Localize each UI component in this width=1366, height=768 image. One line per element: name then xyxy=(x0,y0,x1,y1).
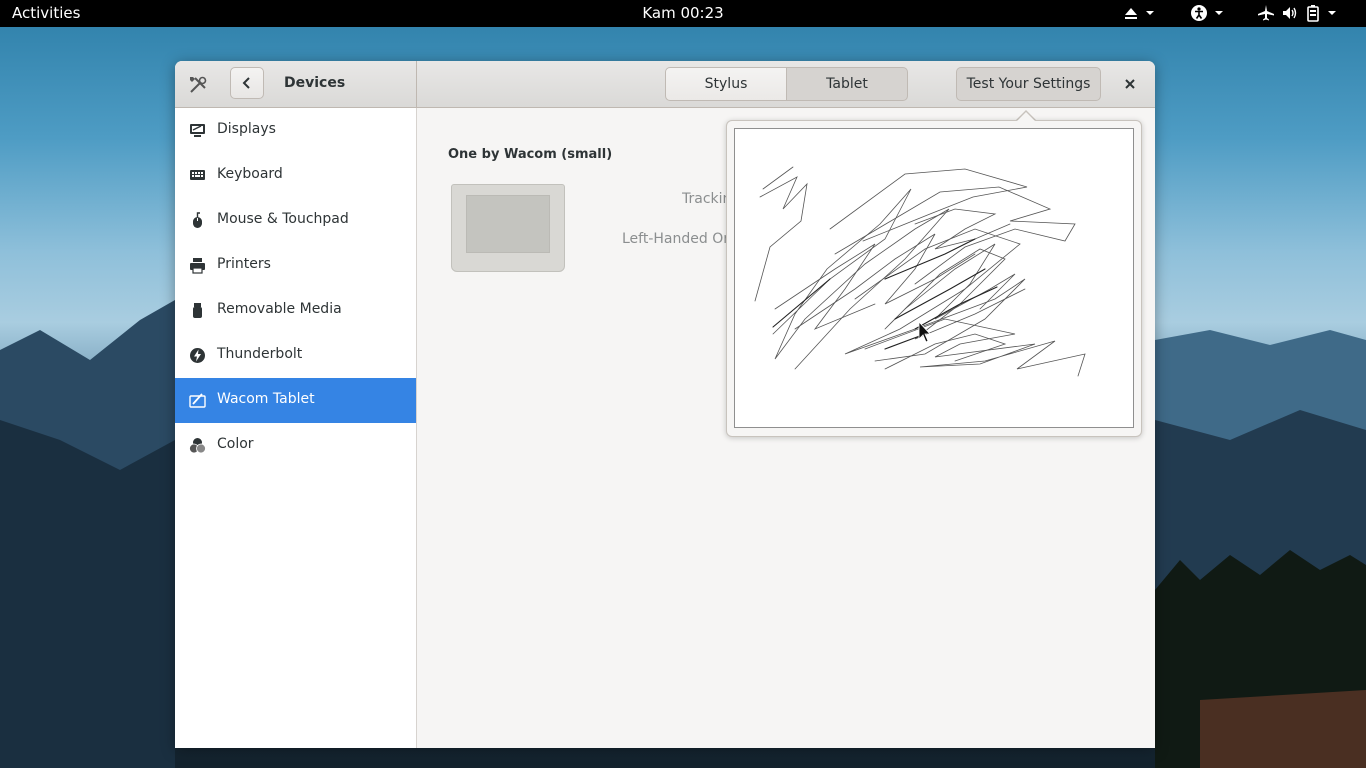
sidebar-item-keyboard[interactable]: Keyboard xyxy=(175,153,416,198)
sidebar-item-displays[interactable]: Displays xyxy=(175,108,416,153)
sidebar-item-label: Mouse & Touchpad xyxy=(217,211,349,227)
volume-icon xyxy=(1283,7,1297,19)
scribble-strokes xyxy=(754,166,1086,377)
sidebar-item-removable-media[interactable]: Removable Media xyxy=(175,288,416,333)
popover-arrow-fill xyxy=(1016,112,1036,122)
clock-wrapper: Kam 00:23 xyxy=(0,4,1366,22)
device-name: One by Wacom (small) xyxy=(448,147,613,162)
sidebar-item-label: Keyboard xyxy=(217,166,283,182)
tablet-active-area xyxy=(466,195,550,253)
wacom-icon xyxy=(189,393,206,408)
accessibility-icon xyxy=(1191,5,1207,21)
sidebar-item-mouse-touchpad[interactable]: Mouse & Touchpad xyxy=(175,198,416,243)
sidebar-item-label: Wacom Tablet xyxy=(217,391,315,407)
usb-icon xyxy=(193,303,202,318)
airplane-icon xyxy=(1258,5,1274,21)
sidebar: Displays Keyboard Mouse & Touchpad Print… xyxy=(175,108,417,748)
sidebar-item-printers[interactable]: Printers xyxy=(175,243,416,288)
sidebar-item-label: Color xyxy=(217,436,254,452)
chevron-down-icon xyxy=(1215,11,1223,15)
thunderbolt-icon xyxy=(190,348,205,363)
chevron-down-icon xyxy=(1146,11,1154,15)
sidebar-item-color[interactable]: Color xyxy=(175,423,416,468)
tablet-image xyxy=(451,184,565,272)
eject-icon xyxy=(1125,8,1137,19)
tracking-mode-label: Tracking Mode xyxy=(682,191,726,207)
clock[interactable]: Kam 00:23 xyxy=(642,4,723,22)
sidebar-item-label: Displays xyxy=(217,121,276,137)
scribble-group xyxy=(754,166,1086,377)
color-icon xyxy=(189,438,206,454)
chevron-down-icon xyxy=(1328,11,1336,15)
activities-button[interactable]: Activities xyxy=(12,4,80,22)
top-bar: Activities Kam 00:23 xyxy=(0,0,1366,27)
sidebar-item-label: Removable Media xyxy=(217,301,342,317)
test-your-settings-button[interactable]: Test Your Settings xyxy=(956,67,1101,101)
desktop: Activities Kam 00:23 Devices Stylus Tabl… xyxy=(0,0,1366,768)
tab-stylus[interactable]: Stylus xyxy=(665,67,787,101)
mouse-icon xyxy=(193,212,202,228)
sidebar-item-wacom-tablet[interactable]: Wacom Tablet xyxy=(175,378,416,423)
left-handed-label: Left-Handed Orientation xyxy=(622,231,726,247)
sidebar-item-label: Printers xyxy=(217,256,271,272)
printer-icon xyxy=(190,258,205,274)
chevron-left-icon xyxy=(242,77,250,89)
eject-menu[interactable] xyxy=(1123,3,1155,23)
settings-tools-icon[interactable] xyxy=(187,74,209,96)
display-icon xyxy=(190,124,205,137)
headerbar-separator xyxy=(416,61,417,107)
battery-icon xyxy=(1307,5,1319,22)
stylus-tablet-switcher: Stylus Tablet xyxy=(665,67,908,101)
headerbar: Devices Stylus Tablet Test Your Settings xyxy=(175,61,1155,108)
close-button[interactable] xyxy=(1119,73,1141,95)
keyboard-icon xyxy=(190,170,205,180)
system-menu[interactable] xyxy=(1257,3,1337,23)
scribble-dark-strokes xyxy=(772,238,998,350)
accessibility-menu[interactable] xyxy=(1190,3,1224,23)
tab-tablet[interactable]: Tablet xyxy=(787,67,908,101)
close-icon xyxy=(1125,79,1135,89)
drawing-test-area[interactable] xyxy=(734,128,1134,428)
sidebar-item-thunderbolt[interactable]: Thunderbolt xyxy=(175,333,416,378)
back-button[interactable] xyxy=(230,67,264,99)
sidebar-item-label: Thunderbolt xyxy=(217,346,303,362)
panel-title: Devices xyxy=(284,75,346,91)
